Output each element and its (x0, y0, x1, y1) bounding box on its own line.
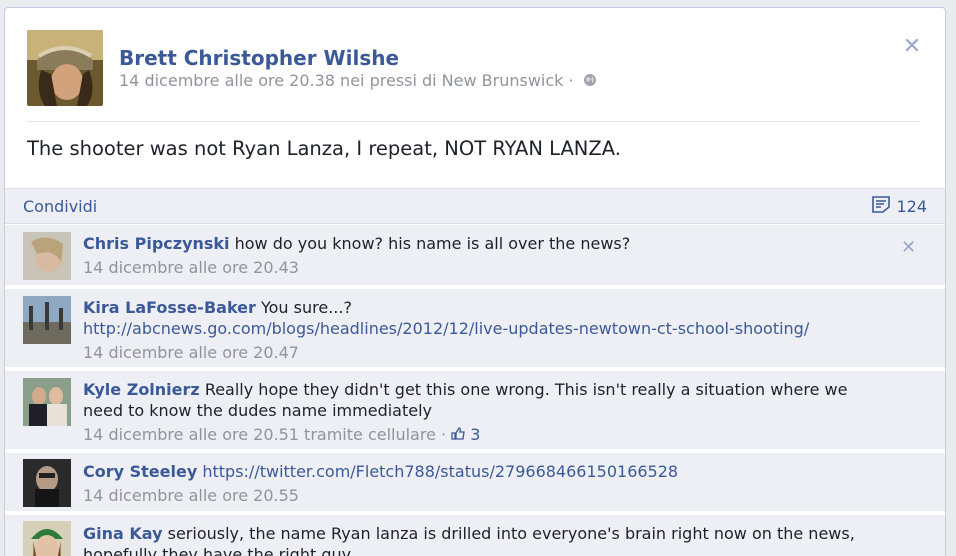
comment-link[interactable]: https://twitter.com/Fletch788/status/279… (202, 462, 678, 481)
comment-item: Chris Pipczynski how do you know? his na… (5, 225, 945, 287)
comment-count-value: 124 (896, 197, 927, 216)
comment-item: Kira LaFosse-Baker You sure...? http://a… (5, 289, 945, 369)
globe-icon (583, 72, 597, 91)
comment-avatar[interactable] (23, 232, 71, 280)
comment-meta: 14 dicembre alle ore 20.51 tramite cellu… (83, 424, 875, 445)
comment-author[interactable]: Gina Kay (83, 524, 163, 543)
comment-text: seriously, the name Ryan lanza is drille… (83, 524, 855, 556)
comment-author[interactable]: Cory Steeley (83, 462, 197, 481)
post-text: The shooter was not Ryan Lanza, I repeat… (27, 137, 621, 160)
post-meta: 14 dicembre alle ore 20.38 nei pressi di… (119, 71, 597, 91)
author-avatar[interactable] (27, 30, 103, 106)
comment-avatar[interactable] (23, 459, 71, 507)
close-icon[interactable]: ✕ (901, 237, 916, 258)
post-timestamp[interactable]: 14 dicembre alle ore 20.38 nei pressi di… (119, 71, 574, 90)
close-icon[interactable]: ✕ (901, 36, 923, 58)
comment-count[interactable]: 124 (872, 196, 927, 217)
comment-timestamp[interactable]: 14 dicembre alle ore 20.47 (83, 342, 875, 363)
comment-author[interactable]: Kyle Zolnierz (83, 380, 200, 399)
comment-timestamp[interactable]: 14 dicembre alle ore 20.43 (83, 257, 875, 278)
thumbs-up-icon (451, 425, 470, 444)
post-card: ✕ Brett Christopher Wilshe 14 dicembre a… (4, 7, 946, 556)
share-link[interactable]: Condividi (23, 197, 97, 216)
comment-item: Gina Kay seriously, the name Ryan lanza … (5, 515, 945, 556)
comment-item: Cory Steeley https://twitter.com/Fletch7… (5, 453, 945, 513)
comment-author[interactable]: Kira LaFosse-Baker (83, 298, 256, 317)
like-count-value: 3 (470, 425, 481, 444)
comment-text: You sure...? (260, 298, 352, 317)
comment-icon (872, 196, 891, 217)
comment-timestamp[interactable]: 14 dicembre alle ore 20.51 tramite cellu… (83, 425, 446, 444)
comment-text: how do you know? his name is all over th… (234, 234, 631, 253)
author-name[interactable]: Brett Christopher Wilshe (119, 46, 399, 70)
comment-timestamp[interactable]: 14 dicembre alle ore 20.55 (83, 485, 875, 506)
comment-avatar[interactable] (23, 521, 71, 556)
share-bar: Condividi 124 (5, 188, 945, 224)
divider (27, 121, 920, 122)
comment-item: Kyle Zolnierz Really hope they didn't ge… (5, 371, 945, 451)
comment-author[interactable]: Chris Pipczynski (83, 234, 230, 253)
like-count[interactable]: 3 (451, 425, 480, 444)
comment-link[interactable]: http://abcnews.go.com/blogs/headlines/20… (83, 319, 809, 338)
comment-avatar[interactable] (23, 296, 71, 344)
comment-avatar[interactable] (23, 378, 71, 426)
